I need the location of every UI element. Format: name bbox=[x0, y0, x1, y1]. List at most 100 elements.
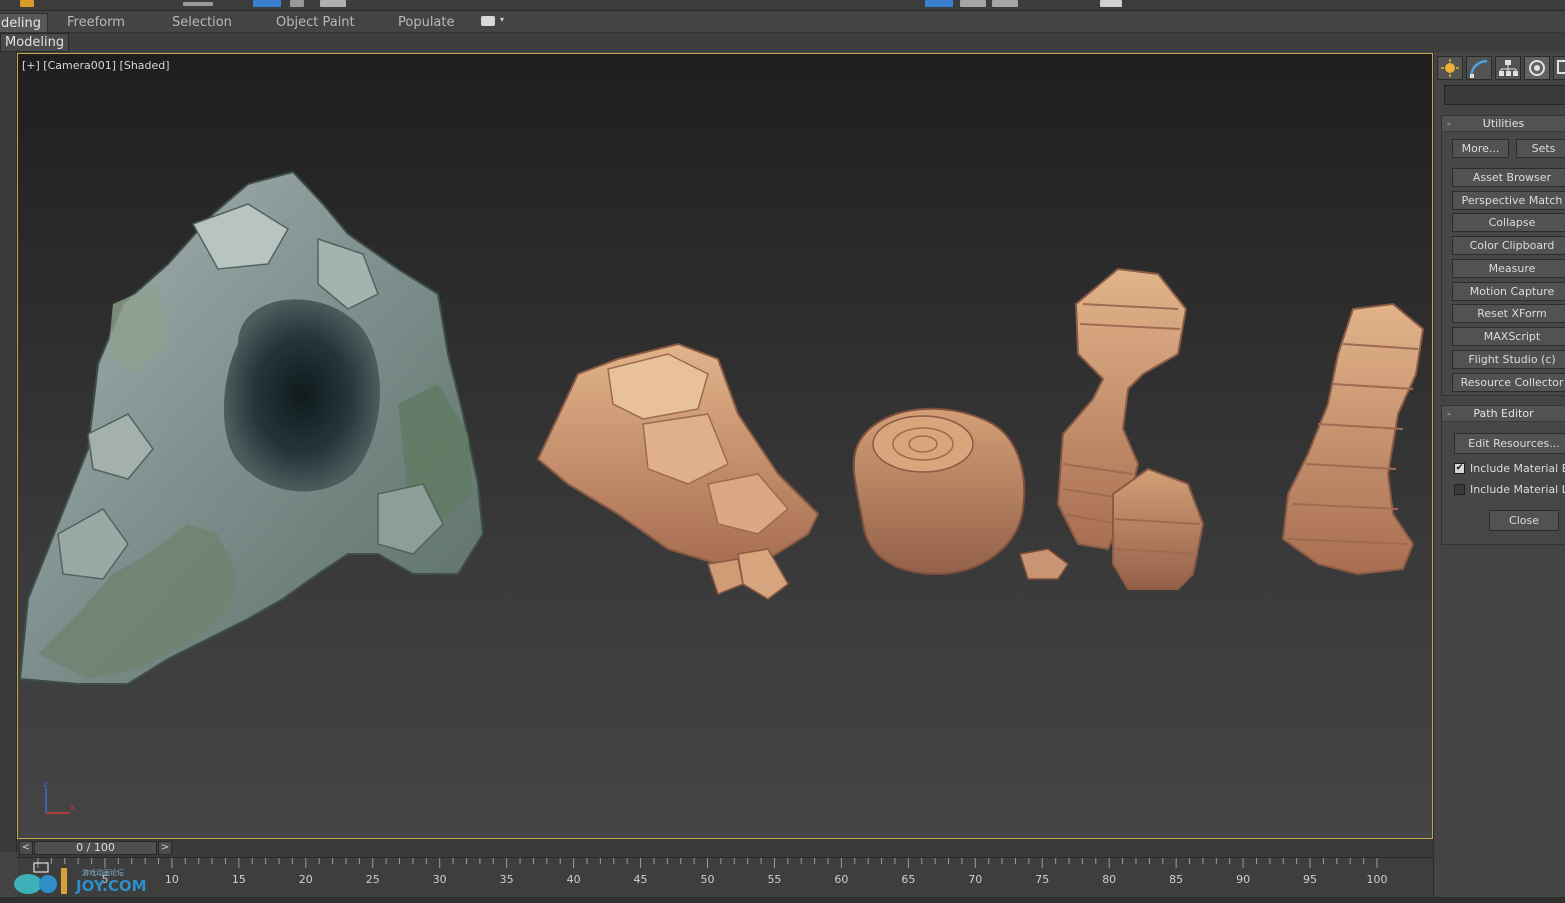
time-slider-next-button[interactable]: > bbox=[158, 841, 172, 855]
include-material-library-row[interactable]: Include Material Library bbox=[1454, 483, 1565, 499]
command-panel: - Utilities More... Sets Asset Browser P… bbox=[1433, 52, 1565, 897]
utility-asset-browser-button[interactable]: Asset Browser bbox=[1452, 168, 1565, 187]
collapse-icon[interactable]: - bbox=[1447, 116, 1451, 131]
ruler-tick-label: 30 bbox=[432, 873, 447, 886]
sets-button[interactable]: Sets bbox=[1516, 139, 1565, 158]
tab-label: Freeform bbox=[67, 15, 125, 30]
ruler-tick-label: 20 bbox=[298, 873, 313, 886]
motion-icon[interactable] bbox=[1524, 56, 1550, 80]
object-name-field[interactable] bbox=[1444, 85, 1565, 105]
include-material-editor-checkbox[interactable]: ✔ bbox=[1454, 462, 1465, 474]
ribbon-tab-bar: deling Freeform Selection Object Paint P… bbox=[0, 11, 1565, 33]
main-toolbar bbox=[0, 0, 1565, 11]
tab-object-paint[interactable]: Object Paint bbox=[270, 13, 361, 32]
ruler-tick-label: 95 bbox=[1303, 873, 1318, 886]
chevron-down-icon[interactable]: ▾ bbox=[500, 15, 504, 24]
ruler-tick-label: 80 bbox=[1102, 873, 1117, 886]
utility-flight-studio-button[interactable]: Flight Studio (c) bbox=[1452, 350, 1565, 369]
utility-color-clipboard-button[interactable]: Color Clipboard bbox=[1452, 236, 1565, 255]
watermark-mascot-icon bbox=[14, 862, 67, 894]
time-slider[interactable]: < 0 / 100 > bbox=[17, 839, 1433, 857]
cave-model[interactable] bbox=[18, 170, 485, 685]
toolbar-icon[interactable] bbox=[960, 0, 986, 7]
utility-measure-button[interactable]: Measure bbox=[1452, 259, 1565, 278]
tab-label: deling bbox=[1, 16, 41, 31]
include-material-library-label: Include Material Library bbox=[1470, 483, 1565, 496]
ribbon-panel-row: Modeling bbox=[0, 33, 1565, 52]
path-editor-title: Path Editor bbox=[1473, 407, 1534, 420]
toolbar-icon[interactable] bbox=[290, 0, 304, 7]
include-material-library-checkbox[interactable] bbox=[1454, 483, 1465, 495]
tab-populate[interactable]: Populate bbox=[392, 13, 461, 32]
ruler-tick-label: 90 bbox=[1236, 873, 1251, 886]
include-material-editor-label: Include Material Editor bbox=[1470, 462, 1565, 475]
close-button[interactable]: Close bbox=[1489, 510, 1559, 531]
hoodoo-model[interactable] bbox=[1056, 267, 1205, 590]
ruler-tick-label: 85 bbox=[1169, 873, 1184, 886]
toolbar-icon[interactable] bbox=[925, 0, 953, 7]
toolbar-icon[interactable] bbox=[183, 2, 213, 6]
utility-motion-capture-button[interactable]: Motion Capture bbox=[1452, 282, 1565, 301]
status-bar bbox=[0, 897, 1565, 903]
create-icon[interactable] bbox=[1437, 56, 1463, 80]
include-material-editor-row[interactable]: ✔ Include Material Editor bbox=[1454, 462, 1565, 478]
ruler-tick-label: 50 bbox=[700, 873, 715, 886]
ruler-tick-label: 70 bbox=[968, 873, 983, 886]
utilities-rollout-header[interactable]: - Utilities bbox=[1442, 116, 1565, 132]
ruler-tick-label: 65 bbox=[901, 873, 916, 886]
utility-resource-collector-button[interactable]: Resource Collector bbox=[1452, 373, 1565, 392]
hierarchy-icon[interactable] bbox=[1495, 56, 1521, 80]
toolbar-icon[interactable] bbox=[20, 0, 34, 7]
ruler-tick-label: 25 bbox=[365, 873, 380, 886]
spire-model[interactable] bbox=[1281, 302, 1425, 576]
toolbar-icon[interactable] bbox=[992, 0, 1018, 7]
edit-resources-button[interactable]: Edit Resources... bbox=[1454, 433, 1565, 454]
utility-maxscript-button[interactable]: MAXScript bbox=[1452, 327, 1565, 346]
modify-icon[interactable] bbox=[1466, 56, 1492, 80]
ruler-tick-label: 100 bbox=[1366, 873, 1388, 886]
modeling-panel-label[interactable]: Modeling bbox=[0, 33, 70, 52]
display-icon[interactable] bbox=[1553, 56, 1565, 80]
viewport-label[interactable]: [+] [Camera001] [Shaded] bbox=[22, 59, 170, 72]
toolbar-icon[interactable] bbox=[320, 0, 346, 7]
path-editor-rollout-header[interactable]: - Path Editor bbox=[1442, 406, 1565, 422]
3dsmax-window: deling Freeform Selection Object Paint P… bbox=[0, 0, 1565, 903]
toolbar-icon[interactable] bbox=[1100, 0, 1122, 7]
tab-label: Selection bbox=[172, 15, 232, 30]
more-button[interactable]: More... bbox=[1452, 139, 1509, 158]
axis-z-label: z bbox=[43, 780, 47, 789]
utility-collapse-button[interactable]: Collapse bbox=[1452, 213, 1565, 232]
ruler-tick-label: 75 bbox=[1035, 873, 1050, 886]
axis-x-label: x bbox=[70, 803, 75, 812]
tab-label: Object Paint bbox=[276, 15, 355, 30]
boulder-model[interactable] bbox=[852, 407, 1070, 580]
utility-perspective-match-button[interactable]: Perspective Match bbox=[1452, 191, 1565, 210]
rock-pile-model[interactable] bbox=[536, 342, 820, 600]
axis-gizmo-icon: z x bbox=[43, 780, 75, 814]
watermark-text: JOY.COM bbox=[76, 877, 147, 895]
utility-reset-xform-button[interactable]: Reset XForm bbox=[1452, 304, 1565, 323]
select-tool-icon[interactable] bbox=[253, 0, 281, 7]
ruler-tick-label: 55 bbox=[767, 873, 782, 886]
ruler-tick-label: 10 bbox=[164, 873, 179, 886]
viewport-scene bbox=[18, 170, 1425, 685]
time-slider-prev-button[interactable]: < bbox=[19, 841, 33, 855]
path-editor-rollout: - Path Editor Edit Resources... ✔ Include… bbox=[1441, 405, 1565, 545]
ribbon-minimize-icon[interactable] bbox=[481, 16, 495, 26]
tab-modeling[interactable]: deling bbox=[0, 13, 48, 32]
camera-viewport[interactable]: [+] [Camera001] [Shaded] z x bbox=[17, 53, 1433, 839]
ruler-tick-label: 60 bbox=[834, 873, 849, 886]
collapse-icon[interactable]: - bbox=[1447, 406, 1451, 421]
command-panel-tabs bbox=[1437, 54, 1565, 80]
tab-selection[interactable]: Selection bbox=[166, 13, 238, 32]
left-edge-strip bbox=[0, 52, 17, 852]
ruler-ticks bbox=[37, 858, 1378, 868]
utilities-title: Utilities bbox=[1482, 117, 1525, 130]
ruler-tick-label: 45 bbox=[633, 873, 648, 886]
tab-freeform[interactable]: Freeform bbox=[61, 13, 131, 32]
ruler-tick-label: 40 bbox=[566, 873, 581, 886]
time-slider-thumb[interactable]: 0 / 100 bbox=[34, 841, 157, 855]
timeline-ruler[interactable]: 5 10 15 20 25 30 35 40 45 50 55 60 65 70 75 80 85 90 95 100 bbox=[17, 857, 1433, 897]
ruler-tick-label: 35 bbox=[499, 873, 514, 886]
utilities-rollout: - Utilities More... Sets Asset Browser P… bbox=[1441, 115, 1565, 396]
